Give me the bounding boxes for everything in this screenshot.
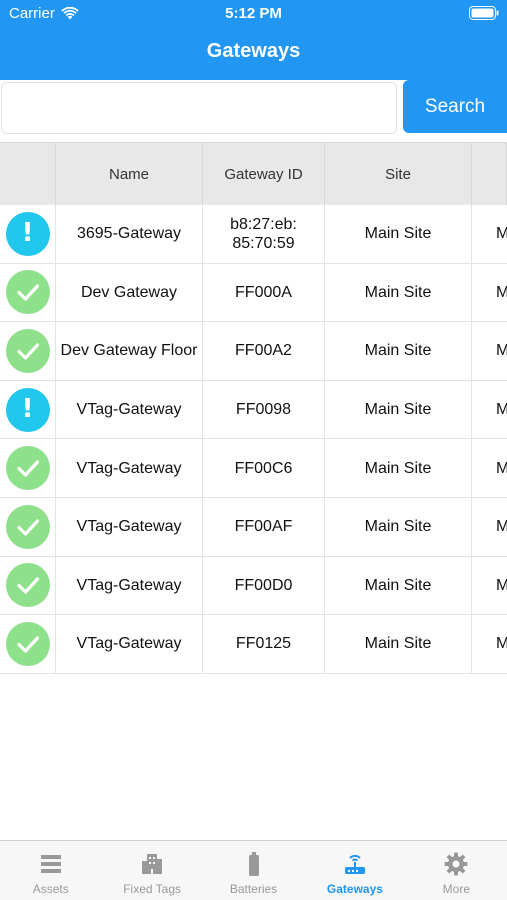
- gateway-id: FF0098: [203, 380, 325, 439]
- table-row[interactable]: VTag-Gateway FF0125 Main Site M: [0, 615, 507, 674]
- status-cell: [0, 263, 56, 322]
- table-row[interactable]: Dev Gateway Floor FF00A2 Main Site M: [0, 322, 507, 381]
- battery-icon: [248, 852, 259, 876]
- building-icon: [142, 854, 163, 874]
- alert-icon: !: [5, 387, 50, 432]
- gateway-site: Main Site: [325, 615, 472, 673]
- gateway-name: VTag-Gateway: [56, 439, 203, 497]
- gateway-id: FF00D0: [203, 556, 325, 615]
- gateway-id: b8:27:eb: 85:70:59: [203, 205, 325, 263]
- checkmark-icon: [5, 621, 50, 666]
- page-title: Gateways: [206, 40, 301, 62]
- gateway-name: Dev Gateway: [56, 263, 203, 322]
- checkmark-icon: [5, 446, 50, 491]
- table-body: ! 3695-Gateway b8:27:eb: 85:70:59 Main Site M…: [0, 205, 507, 674]
- tab-label-more: More: [442, 882, 470, 896]
- gateway-id: FF00A2: [203, 322, 325, 380]
- table-row[interactable]: VTag-Gateway FF00AF Main Site M: [0, 497, 507, 557]
- table-row[interactable]: Dev Gateway FF000A Main Site M: [0, 263, 507, 323]
- tab-label-batteries: Batteries: [229, 882, 278, 896]
- alert-icon: !: [5, 211, 50, 256]
- gear-icon: [444, 852, 468, 876]
- list-icon: [40, 855, 61, 873]
- gateways-screen: Carrier 5:12 PM Gateways Search Name Gat…: [0, 0, 507, 900]
- tab-label-gateways: Gateways: [326, 882, 383, 896]
- status-cell: !: [0, 205, 56, 263]
- gateway-name: VTag-Gateway: [56, 615, 203, 673]
- battery-status-icon: [469, 6, 499, 20]
- table-row[interactable]: ! VTag-Gateway FF0098 Main Site M: [0, 380, 507, 440]
- tab-batteries[interactable]: Batteries: [203, 841, 304, 900]
- gateway-site: Main Site: [325, 380, 472, 439]
- clock: 5:12 PM: [225, 5, 282, 22]
- status-cell: !: [0, 380, 56, 439]
- gateway-name: VTag-Gateway: [56, 497, 203, 556]
- tab-label-fixed-tags: Fixed Tags: [123, 882, 182, 896]
- tab-more[interactable]: More: [406, 841, 507, 900]
- gateway-name: Dev Gateway Floor: [56, 322, 203, 380]
- column-header-site[interactable]: Site: [325, 143, 472, 205]
- tab-label-assets: Assets: [32, 882, 69, 896]
- table-row[interactable]: VTag-Gateway FF00D0 Main Site M: [0, 556, 507, 616]
- status-cell: [0, 439, 56, 497]
- gateway-extra: M: [496, 576, 507, 594]
- gateway-site: Main Site: [325, 322, 472, 380]
- table-row[interactable]: VTag-Gateway FF00C6 Main Site M: [0, 439, 507, 498]
- gateway-site: Main Site: [325, 497, 472, 556]
- table-header: Name Gateway ID Site: [0, 142, 507, 205]
- checkmark-icon: [5, 504, 50, 549]
- gateway-site: Main Site: [325, 439, 472, 497]
- gateway-id: FF00AF: [203, 497, 325, 556]
- status-cell: [0, 322, 56, 380]
- search-input[interactable]: [1, 82, 397, 134]
- column-header-name[interactable]: Name: [56, 143, 203, 205]
- gateway-name: VTag-Gateway: [56, 380, 203, 439]
- status-cell: [0, 556, 56, 615]
- column-header-more[interactable]: [472, 143, 507, 205]
- column-header-gateway-id[interactable]: Gateway ID: [203, 143, 325, 205]
- gateway-extra: M: [496, 283, 507, 301]
- status-cell: [0, 615, 56, 673]
- gateway-id: FF000A: [203, 263, 325, 322]
- checkmark-icon: [5, 270, 50, 315]
- gateway-site: Main Site: [325, 263, 472, 322]
- gateway-extra: M: [496, 401, 507, 419]
- header: Carrier 5:12 PM Gateways: [0, 0, 507, 80]
- checkmark-icon: [5, 563, 50, 608]
- gateway-id: FF0125: [203, 615, 325, 673]
- gateway-extra: M: [496, 342, 507, 360]
- gateway-extra: M: [496, 635, 507, 653]
- column-header-status[interactable]: [0, 143, 56, 205]
- gateway-extra: M: [496, 225, 507, 243]
- gateways-table: Name Gateway ID Site ! 3695-Gateway b8:27:…: [0, 142, 507, 674]
- gateway-site: Main Site: [325, 556, 472, 615]
- gateway-id: FF00C6: [203, 439, 325, 497]
- tab-fixed-tags[interactable]: Fixed Tags: [101, 841, 202, 900]
- search-button[interactable]: Search: [403, 80, 507, 133]
- gateway-site: Main Site: [325, 205, 472, 263]
- gateway-name: VTag-Gateway: [56, 556, 203, 615]
- table-row[interactable]: ! 3695-Gateway b8:27:eb: 85:70:59 Main Site M: [0, 205, 507, 264]
- status-cell: [0, 497, 56, 556]
- tab-bar: Assets Fixed Tags Batteries Gateways Mor…: [0, 840, 507, 900]
- checkmark-icon: [5, 328, 50, 373]
- tab-assets[interactable]: Assets: [0, 841, 101, 900]
- status-bar: Carrier 5:12 PM: [0, 0, 507, 28]
- tab-gateways[interactable]: Gateways: [304, 841, 405, 900]
- gateway-extra: M: [496, 459, 507, 477]
- router-icon: [344, 854, 365, 874]
- gateway-extra: M: [496, 518, 507, 536]
- gateway-name: 3695-Gateway: [56, 205, 203, 263]
